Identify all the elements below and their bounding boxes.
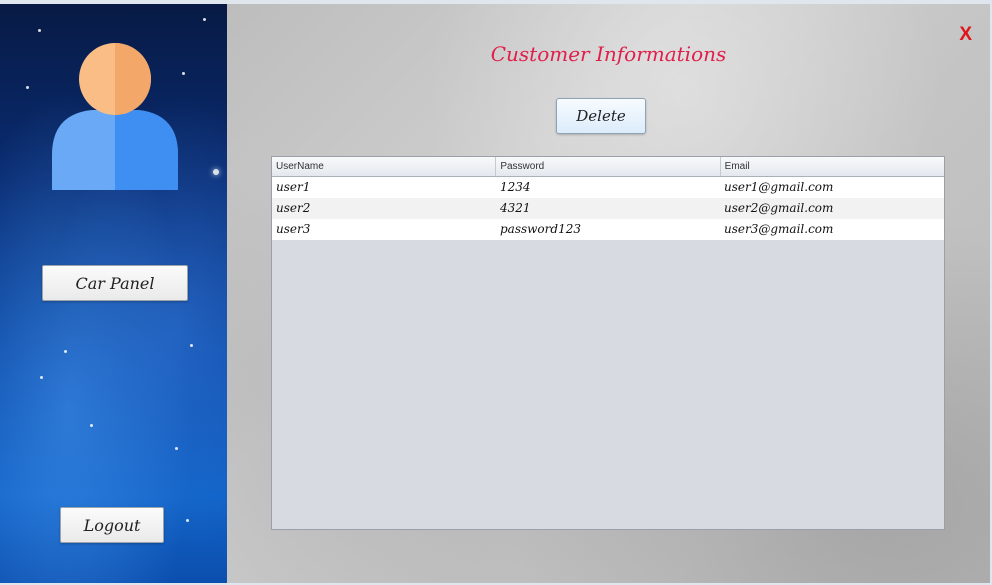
cell-email: user2@gmail.com	[724, 201, 834, 215]
star-decoration	[64, 350, 67, 353]
table-body: user1 1234 user1@gmail.com user2 4321 us…	[272, 177, 944, 240]
column-header-password[interactable]: Password	[496, 157, 721, 176]
star-decoration	[190, 344, 193, 347]
star-decoration	[203, 18, 206, 21]
star-decoration	[40, 376, 43, 379]
star-decoration	[90, 424, 93, 427]
cell-username: user2	[276, 201, 311, 215]
logout-button[interactable]: Logout	[60, 507, 164, 543]
star-decoration	[186, 519, 189, 522]
page-title: Customer Informations	[490, 42, 727, 66]
car-panel-button[interactable]: Car Panel	[42, 265, 188, 301]
app-window: Car Panel Logout X Customer Informations…	[0, 0, 992, 585]
cell-email: user1@gmail.com	[724, 180, 834, 194]
table-row[interactable]: user1 1234 user1@gmail.com	[272, 177, 944, 198]
star-decoration	[213, 169, 219, 175]
customer-table[interactable]: UserName Password Email user1 1234 user1…	[271, 156, 945, 530]
star-decoration	[38, 29, 41, 32]
cell-username: user3	[276, 222, 311, 236]
table-row[interactable]: user2 4321 user2@gmail.com	[272, 198, 944, 219]
star-decoration	[182, 72, 185, 75]
user-avatar-icon	[52, 43, 178, 190]
table-header: UserName Password Email	[272, 157, 944, 177]
cell-password: 4321	[500, 201, 531, 215]
sidebar: Car Panel Logout	[0, 4, 227, 583]
delete-button[interactable]: Delete	[556, 98, 646, 134]
star-decoration	[175, 447, 178, 450]
table-row[interactable]: user3 password123 user3@gmail.com	[272, 219, 944, 240]
main-panel: X Customer Informations Delete UserName …	[227, 4, 990, 583]
cell-username: user1	[276, 180, 311, 194]
column-header-username[interactable]: UserName	[272, 157, 497, 176]
cell-email: user3@gmail.com	[724, 222, 834, 236]
cell-password: 1234	[500, 180, 531, 194]
star-decoration	[26, 86, 29, 89]
column-header-email[interactable]: Email	[721, 157, 944, 176]
cell-password: password123	[500, 222, 581, 236]
